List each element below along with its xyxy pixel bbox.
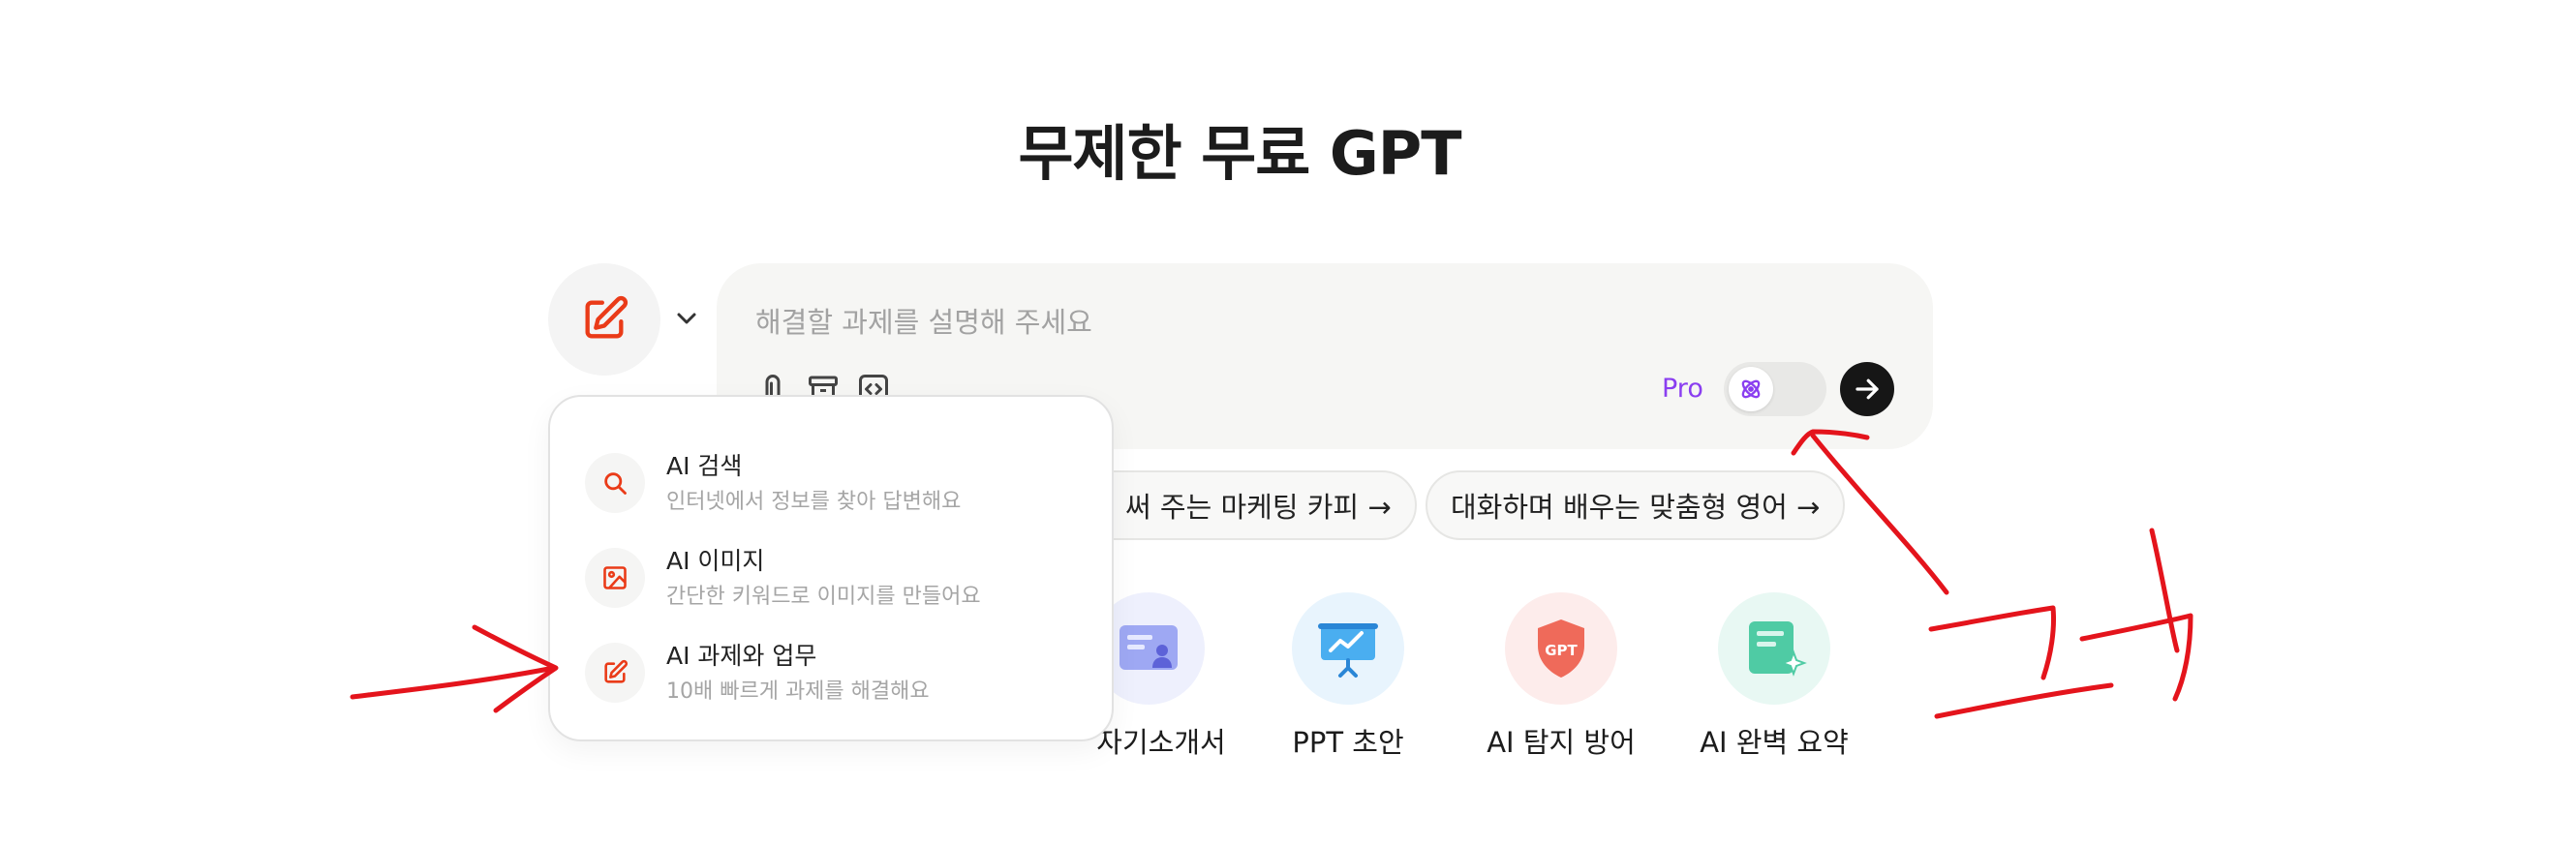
dropdown-item-icon-wrap <box>585 548 645 608</box>
tool-ai-summary[interactable]: AI 완벽 요약 <box>1668 592 1881 759</box>
suggestion-chip-marketing[interactable]: 써 주는 마케팅 카피 → <box>1069 470 1417 540</box>
annotation-arrow-left <box>350 665 557 700</box>
edit-icon <box>585 295 629 339</box>
dropdown-item-ai-task[interactable]: AI 과제와 업무 10배 빠르게 과제를 해결해요 <box>585 635 1089 712</box>
atom-icon <box>1741 379 1761 399</box>
dropdown-item-ai-search[interactable]: AI 검색 인터넷에서 정보를 찾아 답변해요 <box>585 445 1089 523</box>
presentation-icon <box>1318 623 1378 678</box>
tool-ai-detect-defense[interactable]: GPT AI 탐지 방어 <box>1455 592 1668 759</box>
mode-selector-button[interactable] <box>548 263 660 376</box>
dropdown-item-desc: 간단한 키워드로 이미지를 만들어요 <box>666 585 981 609</box>
tool-label: PPT 초안 <box>1292 726 1404 759</box>
tool-label: AI 완벽 요약 <box>1700 726 1849 759</box>
dropdown-item-title: AI 이미지 <box>666 547 765 575</box>
task-input[interactable] <box>755 306 1627 339</box>
search-icon <box>604 472 627 495</box>
image-icon <box>603 566 627 589</box>
tool-icon-circle <box>1718 592 1830 705</box>
mode-dropdown-menu: AI 검색 인터넷에서 정보를 찾아 답변해요 AI 이미지 간단한 키워드로 … <box>548 395 1114 741</box>
profile-card-icon <box>1119 625 1178 670</box>
svg-text:GPT: GPT <box>1545 642 1578 659</box>
dropdown-item-icon-wrap <box>585 643 645 703</box>
dropdown-item-desc: 인터넷에서 정보를 찾아 답변해요 <box>666 490 962 514</box>
toggle-knob <box>1729 367 1773 411</box>
dropdown-item-title: AI 검색 <box>666 452 743 480</box>
chevron-down-icon[interactable] <box>674 308 699 329</box>
send-button[interactable] <box>1840 362 1894 416</box>
tool-icon-circle: GPT <box>1505 592 1617 705</box>
tool-icon-circle <box>1292 592 1404 705</box>
tool-ppt-draft[interactable]: PPT 초안 <box>1242 592 1455 759</box>
handwritten-text-annotation <box>1928 528 2193 719</box>
dropdown-item-icon-wrap <box>585 453 645 513</box>
dropdown-item-desc: 10배 빠르게 과제를 해결해요 <box>666 679 930 704</box>
annotation-arrowhead-left <box>472 624 559 713</box>
edit-icon <box>604 659 629 683</box>
suggestion-chip-english[interactable]: 대화하며 배우는 맞춤형 영어 → <box>1426 470 1846 540</box>
pro-label: Pro <box>1662 374 1703 404</box>
dropdown-item-ai-image[interactable]: AI 이미지 간단한 키워드로 이미지를 만들어요 <box>585 540 1089 618</box>
gpt-shield-icon: GPT <box>1538 619 1584 678</box>
page-title: 무제한 무료 GPT <box>1018 118 1462 189</box>
pro-toggle[interactable] <box>1724 362 1826 416</box>
tool-label: AI 탐지 방어 <box>1487 726 1636 759</box>
summary-doc-icon <box>1749 621 1807 677</box>
arrow-right-icon <box>1855 378 1879 400</box>
dropdown-item-title: AI 과제와 업무 <box>666 642 817 670</box>
